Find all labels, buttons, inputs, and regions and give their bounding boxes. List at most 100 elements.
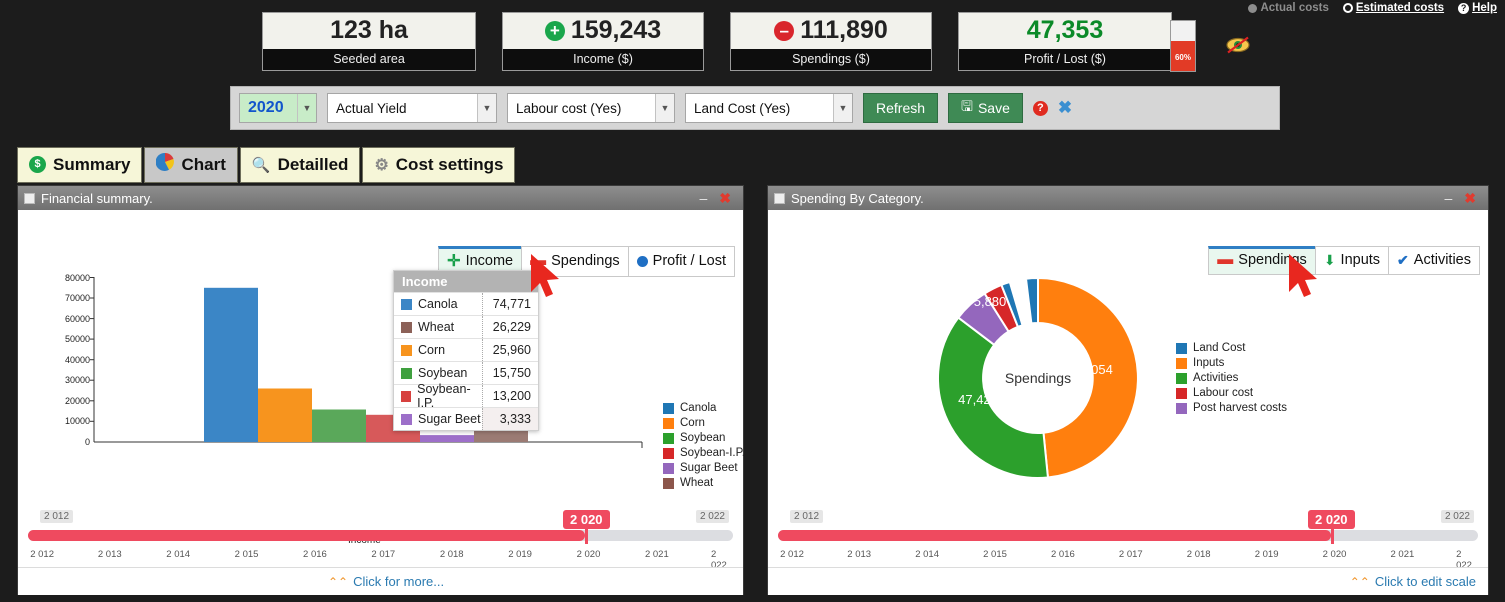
radio-actual-costs[interactable]: Actual costs: [1248, 2, 1329, 14]
svg-text:80000: 80000: [65, 273, 90, 283]
check-icon: ✔: [1397, 251, 1409, 268]
table-row: Canola 74,771: [394, 292, 538, 315]
svg-text:50000: 50000: [65, 334, 90, 344]
slider-tick-label: 2 018: [1186, 549, 1211, 560]
year-slider-track[interactable]: [778, 527, 1478, 544]
refresh-button[interactable]: Refresh: [863, 93, 939, 123]
toolbar-help-icon[interactable]: ?: [1032, 100, 1048, 116]
slider-tick-label: 2 016: [1051, 549, 1075, 560]
double-chevron-up-icon: ⌃⌃: [1349, 574, 1370, 589]
legend-label: Soybean: [680, 432, 726, 444]
slider-tick-label: 2 018: [439, 549, 464, 560]
year-slider-ticks: 2 012 2 013 2 014 2 015 2 016 2 017 2 01…: [778, 541, 1478, 571]
cursor-pointer-annotation-left: [527, 252, 563, 309]
subtab-activities[interactable]: ✔ Activities: [1388, 246, 1480, 275]
labour-cost-select-value: Labour cost (Yes): [516, 100, 622, 116]
eye-slash-icon[interactable]: [1226, 36, 1250, 54]
table-row: Wheat 26,229: [394, 315, 538, 338]
table-row: Sugar Beet 3,333: [394, 407, 538, 430]
save-button-label: Save: [977, 100, 1010, 116]
legend-swatch: [663, 417, 674, 429]
yield-mode-select[interactable]: Actual Yield ▼: [327, 93, 497, 123]
legend-label: Corn: [680, 417, 705, 429]
tab-chart[interactable]: Chart: [144, 147, 238, 183]
tab-summary[interactable]: $ Summary: [17, 147, 143, 183]
radio-estimated-costs-label: Estimated costs: [1355, 2, 1445, 14]
tooltip-row-name: Wheat: [418, 320, 455, 334]
financial-summary-panel-title: Financial summary.: [41, 190, 153, 206]
tooltip-swatch: [401, 321, 412, 333]
kpi-spendings-value-wrap: – 111,890: [731, 13, 931, 49]
toolbar-close-icon[interactable]: ✖: [1058, 98, 1072, 118]
minus-circle-icon: –: [774, 20, 795, 41]
year-slider-badges: 2 012 2 020 2 022: [18, 510, 743, 529]
slider-tick-label: 2 017: [1118, 549, 1143, 560]
svg-text:60000: 60000: [65, 314, 90, 324]
cost-mode-radio-group: Actual costs Estimated costs ? Help: [1248, 2, 1497, 14]
subtab-activities-label: Activities: [1413, 252, 1471, 268]
close-icon[interactable]: ✖: [1458, 190, 1482, 207]
panel-icon: [24, 192, 35, 204]
legend-item: Post harvest costs: [1176, 402, 1316, 414]
legend-item: Wheat: [663, 477, 783, 489]
tab-cost-settings[interactable]: ⚙ Cost settings: [362, 147, 516, 183]
svg-text:20000: 20000: [65, 396, 90, 406]
tooltip-row-value: 25,960: [482, 339, 538, 361]
chevron-down-icon: ▼: [297, 94, 316, 122]
income-tooltip-table: Income Canola 74,771 Wheat 26,229 Corn 2…: [393, 270, 539, 431]
year-select[interactable]: 2020 ▼: [239, 93, 317, 123]
close-icon[interactable]: ✖: [713, 190, 737, 207]
slider-tick-label: 2 019: [508, 549, 532, 560]
click-for-more-link[interactable]: ⌃⌃ Click for more...: [328, 574, 444, 589]
year-slider-ticks: 2 012 2 013 2 014 2 015 2 016 2 017 2 01…: [28, 541, 733, 571]
slider-tick-label: 2 019: [1254, 549, 1279, 560]
slider-tick-label: 2 020: [576, 549, 601, 560]
help-label: Help: [1472, 2, 1497, 14]
radio-estimated-costs[interactable]: Estimated costs: [1342, 2, 1445, 14]
slider-tick-label: 2 017: [371, 549, 396, 560]
minimize-icon[interactable]: –: [1438, 190, 1458, 206]
slider-tick-label: 2 014: [915, 549, 939, 560]
legend-item: Activities: [1176, 372, 1316, 384]
year-select-value: 2020: [248, 99, 284, 116]
tab-chart-label: Chart: [181, 154, 226, 174]
legend-swatch: [1176, 387, 1187, 399]
subtab-inputs[interactable]: ⬇ Inputs: [1314, 246, 1390, 275]
year-slider-right[interactable]: 2 012 2 020 2 022 2 012 2 013 2 014 2 01…: [768, 510, 1488, 571]
legend-item: Inputs: [1176, 357, 1316, 369]
slider-tick-label: 2 013: [97, 549, 122, 560]
tooltip-row-name-wrap: Sugar Beet: [394, 412, 482, 426]
financial-summary-panel-header: Financial summary. – ✖: [18, 186, 743, 210]
labour-cost-select[interactable]: Labour cost (Yes) ▼: [507, 93, 675, 123]
help-link[interactable]: ? Help: [1458, 2, 1497, 14]
magnifier-icon: 🔍: [251, 156, 271, 174]
spending-panel-footer: ⌃⌃ Click to edit scale: [768, 567, 1488, 595]
kpi-spendings-caption: Spendings ($): [731, 49, 931, 70]
slider-max-label: 2 022: [695, 510, 729, 523]
minimize-icon[interactable]: –: [693, 190, 713, 206]
floppy-disk-icon: 🖫: [961, 98, 973, 114]
tooltip-swatch: [401, 367, 412, 379]
spending-panel-header: Spending By Category. – ✖: [768, 186, 1488, 210]
tooltip-row-name: Soybean-I.P.: [417, 382, 471, 410]
legend-swatch: [663, 447, 674, 459]
year-slider-left[interactable]: 2 012 2 020 2 022 2 012 2 013 2 014 2 01…: [18, 510, 743, 571]
legend-label: Labour cost: [1193, 387, 1254, 399]
main-tab-bar: $ Summary Chart 🔍 Detailled ⚙ Cost setti…: [17, 147, 516, 183]
tooltip-row-name: Soybean: [418, 366, 468, 380]
tab-detailled[interactable]: 🔍 Detailled: [239, 147, 361, 183]
slider-tick-label: 2 020: [1322, 549, 1347, 560]
legend-swatch: [1176, 342, 1187, 354]
svg-text:Spendings: Spendings: [1005, 370, 1071, 386]
svg-text:0: 0: [85, 437, 90, 447]
financial-panel-footer: ⌃⌃ Click for more...: [18, 567, 743, 595]
land-cost-select[interactable]: Land Cost (Yes) ▼: [685, 93, 853, 123]
click-to-edit-scale-link[interactable]: ⌃⌃ Click to edit scale: [1350, 574, 1476, 589]
save-button[interactable]: 🖫 Save: [948, 93, 1023, 123]
legend-label: Post harvest costs: [1193, 402, 1287, 414]
double-chevron-up-icon: ⌃⌃: [328, 574, 349, 589]
spending-panel-body: ▬ Spendings ⬇ Inputs ✔ Activities Spendi…: [768, 210, 1488, 595]
year-slider-track[interactable]: [28, 527, 733, 544]
plus-icon: ✛: [447, 253, 461, 270]
profit-percent-gauge: 60%: [1170, 20, 1196, 72]
